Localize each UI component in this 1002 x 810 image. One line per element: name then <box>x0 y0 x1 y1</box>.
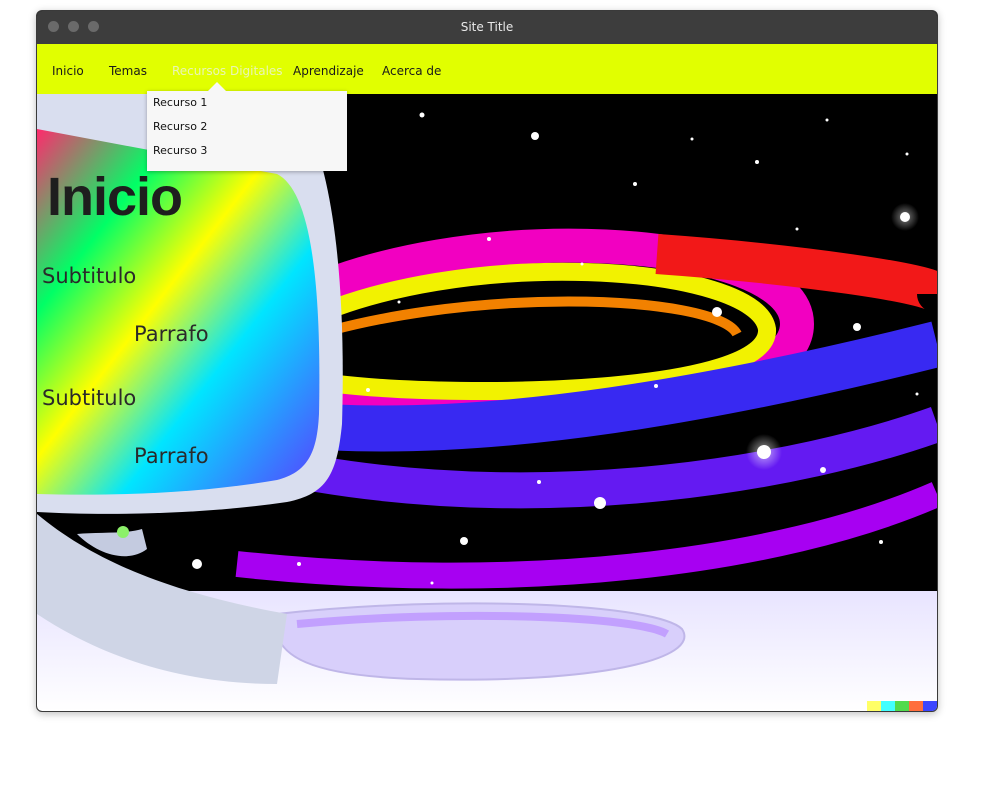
dropdown-item-recurso-1[interactable]: Recurso 1 <box>153 96 207 109</box>
watermark-swatch <box>895 701 909 711</box>
section-paragraph: Parrafo <box>134 322 209 346</box>
nav-item-inicio[interactable]: Inicio <box>52 64 84 78</box>
watermark-swatch <box>881 701 895 711</box>
page-heading: Inicio <box>47 167 183 227</box>
nav-item-acerca-de[interactable]: Acerca de <box>382 64 441 78</box>
browser-window: Site Title Inicio Temas Recursos Digital… <box>36 10 938 712</box>
watermark-swatch <box>867 701 881 711</box>
dropdown-item-recurso-3[interactable]: Recurso 3 <box>153 144 207 157</box>
dropdown-caret <box>207 82 227 92</box>
image-watermark <box>867 701 937 711</box>
watermark-swatch <box>909 701 923 711</box>
dropdown-item-recurso-2[interactable]: Recurso 2 <box>153 120 207 133</box>
title-bar: Site Title <box>37 11 937 45</box>
watermark-swatch <box>923 701 937 711</box>
hero-section: Inicio Subtitulo Parrafo Subtitulo Parra… <box>37 94 937 711</box>
recursos-dropdown-menu: Recurso 1 Recurso 2 Recurso 3 <box>147 91 347 171</box>
nav-item-temas[interactable]: Temas <box>109 64 147 78</box>
section-paragraph: Parrafo <box>134 444 209 468</box>
section-subtitle: Subtitulo <box>42 386 137 410</box>
site-navbar: Inicio Temas Recursos Digitales Aprendiz… <box>37 44 937 94</box>
nav-item-recursos-digitales[interactable]: Recursos Digitales <box>172 64 283 78</box>
nav-item-aprendizaje[interactable]: Aprendizaje <box>293 64 364 78</box>
window-title: Site Title <box>460 20 514 34</box>
section-subtitle: Subtitulo <box>42 264 137 288</box>
